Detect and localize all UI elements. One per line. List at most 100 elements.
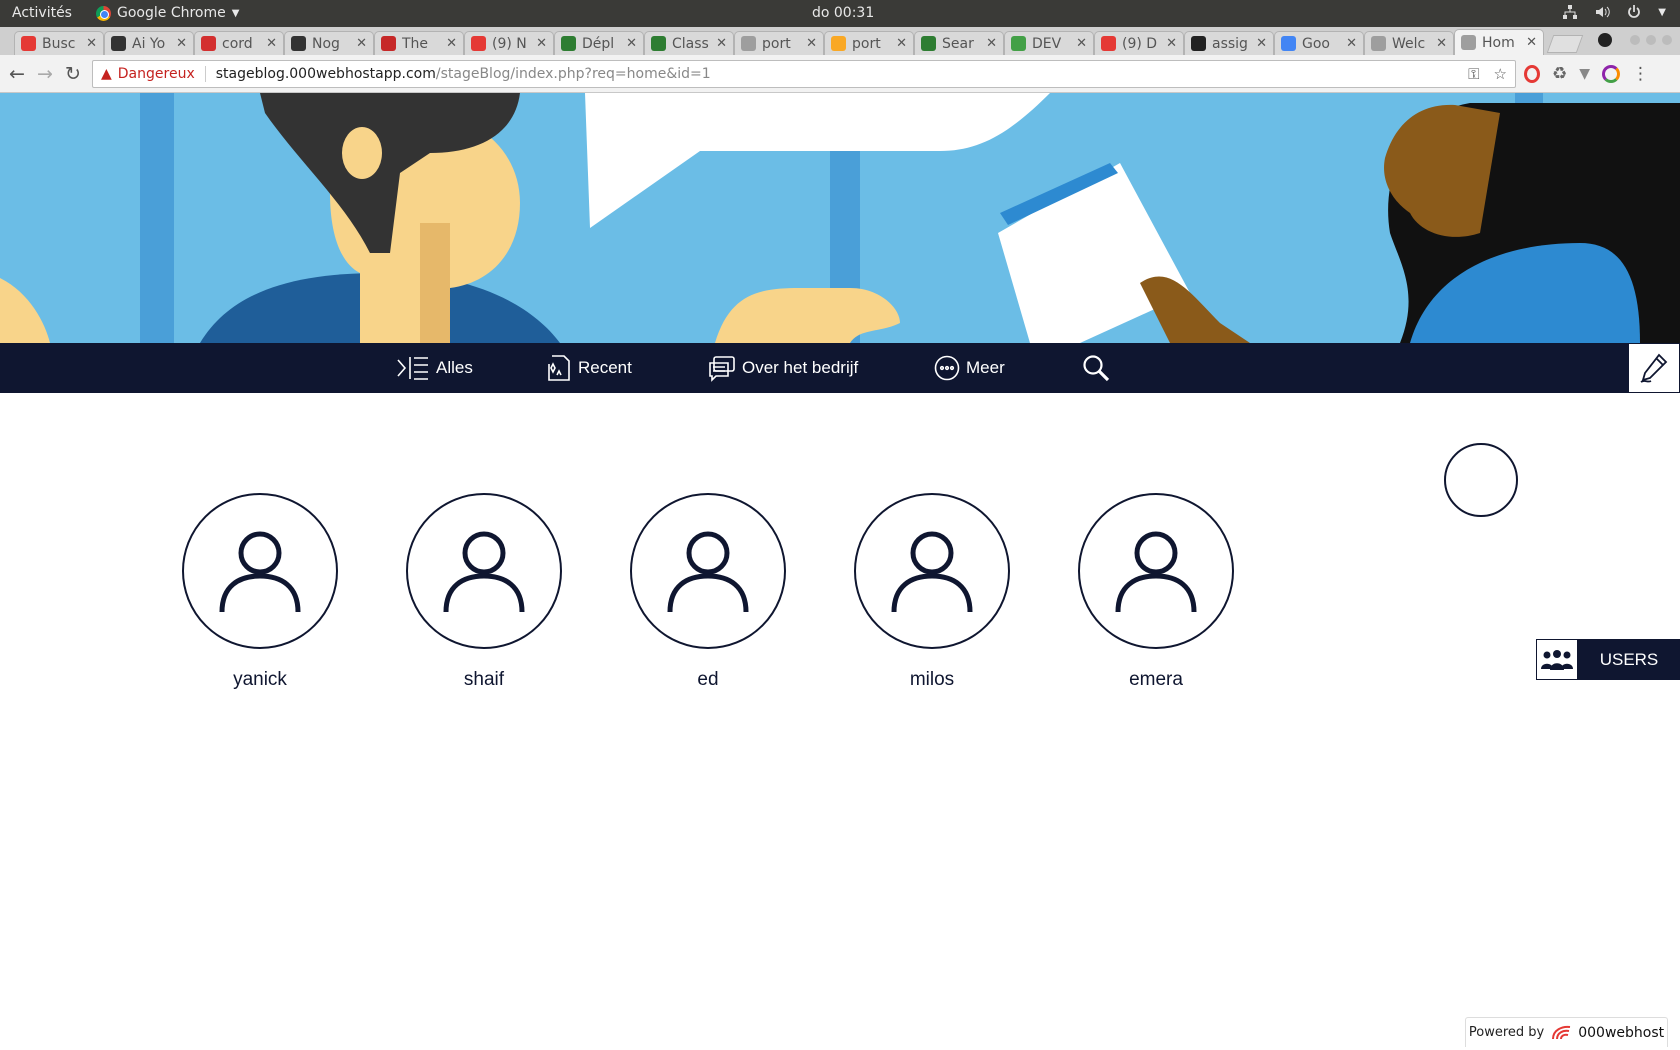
close-window-button[interactable] — [1662, 35, 1672, 45]
avatar[interactable] — [1078, 493, 1234, 649]
url-host: stageblog.000webhostapp.com — [215, 66, 436, 82]
tab-title: Dépl — [582, 35, 615, 52]
browser-tab[interactable]: Welc ✕ — [1364, 31, 1454, 55]
browser-tab[interactable]: Busc ✕ — [14, 31, 104, 55]
floating-circle-button[interactable] — [1444, 443, 1518, 517]
forward-icon[interactable]: → — [34, 63, 56, 85]
close-tab-icon[interactable]: ✕ — [1166, 36, 1177, 51]
browser-tab[interactable]: DEV ✕ — [1004, 31, 1094, 55]
close-tab-icon[interactable]: ✕ — [536, 36, 547, 51]
profile-icon[interactable] — [1598, 33, 1612, 47]
nav-item-over-het-bedrijf[interactable]: Over het bedrijf — [708, 343, 858, 393]
avatar[interactable] — [630, 493, 786, 649]
more-dots-icon — [934, 355, 960, 381]
user-card[interactable]: emera — [1078, 493, 1234, 691]
browser-tab[interactable]: Sear ✕ — [914, 31, 1004, 55]
tab-favicon-icon — [561, 36, 576, 51]
maximize-button[interactable] — [1646, 35, 1656, 45]
browser-tab[interactable]: The ✕ — [374, 31, 464, 55]
avatar[interactable] — [406, 493, 562, 649]
tab-favicon-icon — [1371, 36, 1386, 51]
browser-tab[interactable]: (9) D ✕ — [1094, 31, 1184, 55]
system-tray[interactable]: ▼ — [1562, 4, 1666, 20]
close-tab-icon[interactable]: ✕ — [896, 36, 907, 51]
tab-favicon-icon — [111, 36, 126, 51]
users-toggle[interactable]: USERS — [1536, 639, 1680, 680]
close-tab-icon[interactable]: ✕ — [1436, 36, 1447, 51]
browser-tab[interactable]: Dépl ✕ — [554, 31, 644, 55]
powered-by-brand: 000webhost — [1578, 1024, 1665, 1041]
edit-post-button[interactable] — [1628, 343, 1680, 393]
close-tab-icon[interactable]: ✕ — [806, 36, 817, 51]
vue-devtools-icon[interactable]: ▼ — [1579, 66, 1590, 82]
browser-tab[interactable]: cord ✕ — [194, 31, 284, 55]
close-tab-icon[interactable]: ✕ — [1346, 36, 1357, 51]
close-tab-icon[interactable]: ✕ — [1256, 36, 1267, 51]
app-menu[interactable]: Google Chrome ▼ — [96, 5, 239, 21]
close-tab-icon[interactable]: ✕ — [266, 36, 277, 51]
close-tab-icon[interactable]: ✕ — [986, 36, 997, 51]
opera-icon[interactable] — [1524, 65, 1540, 83]
close-tab-icon[interactable]: ✕ — [1526, 35, 1537, 50]
new-tab-button[interactable] — [1546, 35, 1584, 53]
browser-tab[interactable]: Ai Yo ✕ — [104, 31, 194, 55]
pencil-icon — [1640, 353, 1668, 383]
menu-dots-icon[interactable]: ⋮ — [1632, 64, 1649, 84]
user-card[interactable]: yanick — [182, 493, 338, 691]
colorzilla-icon[interactable] — [1602, 65, 1621, 83]
browser-tab[interactable]: port ✕ — [734, 31, 824, 55]
browser-tab[interactable]: assig ✕ — [1184, 31, 1274, 55]
tab-title: (9) D — [1122, 35, 1158, 52]
user-card[interactable]: ed — [630, 493, 786, 691]
address-bar[interactable]: ▲ Dangereux stageblog.000webhostapp.com /… — [92, 60, 1516, 88]
browser-tab[interactable]: Class ✕ — [644, 31, 734, 55]
users-label: USERS — [1578, 639, 1680, 680]
clock[interactable]: do 00:31 — [812, 5, 874, 21]
minimize-button[interactable] — [1630, 35, 1640, 45]
avatar[interactable] — [182, 493, 338, 649]
browser-tab[interactable]: Hom ✕ — [1454, 29, 1544, 55]
close-tab-icon[interactable]: ✕ — [446, 36, 457, 51]
user-name: milos — [909, 669, 955, 690]
close-tab-icon[interactable]: ✕ — [86, 36, 97, 51]
reload-icon[interactable]: ↻ — [62, 63, 84, 85]
network-icon[interactable] — [1562, 4, 1578, 20]
tab-title: DEV — [1032, 35, 1062, 52]
close-tab-icon[interactable]: ✕ — [626, 36, 637, 51]
user-card[interactable]: shaif — [406, 493, 562, 691]
key-icon[interactable]: ⚿ — [1468, 65, 1479, 83]
tab-strip: Busc ✕ Ai Yo ✕ cord ✕ Nog ✕ The ✕ (9) N ✕ Dépl ✕ Class… — [0, 27, 1680, 55]
warning-icon[interactable]: ▲ — [101, 66, 112, 82]
star-icon[interactable]: ☆ — [1494, 65, 1507, 83]
chevron-down-icon: ▼ — [231, 7, 240, 19]
nav-item-meer[interactable]: Meer — [934, 343, 1005, 393]
tab-title: Hom — [1482, 34, 1515, 51]
nav-label: Alles — [436, 358, 473, 377]
recycle-icon[interactable]: ♻ — [1552, 64, 1567, 84]
browser-tab[interactable]: (9) N ✕ — [464, 31, 554, 55]
close-tab-icon[interactable]: ✕ — [716, 36, 727, 51]
user-card[interactable]: milos — [854, 493, 1010, 691]
close-tab-icon[interactable]: ✕ — [1076, 36, 1087, 51]
back-icon[interactable]: ← — [6, 63, 28, 85]
powered-by-badge[interactable]: Powered by 000webhost — [1465, 1017, 1668, 1047]
close-tab-icon[interactable]: ✕ — [176, 36, 187, 51]
tab-favicon-icon — [201, 36, 216, 51]
tab-favicon-icon — [1191, 36, 1206, 51]
tab-favicon-icon — [651, 36, 666, 51]
security-label[interactable]: Dangereux — [118, 66, 206, 82]
nav-item-alles[interactable]: Alles — [396, 343, 473, 393]
activities-button[interactable]: Activités — [12, 5, 72, 21]
browser-tab[interactable]: Goo ✕ — [1274, 31, 1364, 55]
browser-toolbar: ← → ↻ ▲ Dangereux stageblog.000webhostap… — [0, 55, 1680, 93]
close-tab-icon[interactable]: ✕ — [356, 36, 367, 51]
browser-tab[interactable]: port ✕ — [824, 31, 914, 55]
chrome-icon — [96, 5, 111, 21]
browser-tab[interactable]: Nog ✕ — [284, 31, 374, 55]
avatar[interactable] — [854, 493, 1010, 649]
power-icon[interactable] — [1626, 4, 1642, 20]
tab-favicon-icon — [1281, 36, 1296, 51]
nav-item-recent[interactable]: Recent — [546, 343, 632, 393]
search-button[interactable] — [1082, 343, 1110, 393]
volume-icon[interactable] — [1594, 4, 1611, 20]
